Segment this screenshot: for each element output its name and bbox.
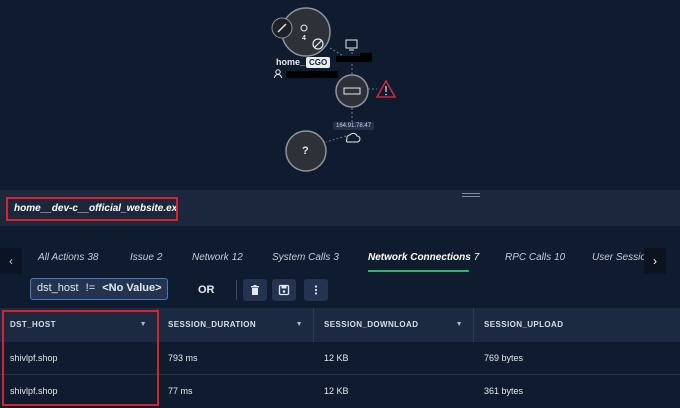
tab-user-sessions[interactable]: User Sessio (592, 252, 644, 272)
redacted-host (360, 53, 372, 57)
ip-address-label: 164.91.78.47 (333, 122, 375, 130)
column-header-session-download[interactable]: SESSION_DOWNLOAD ▼ (314, 308, 474, 342)
tab-network[interactable]: Network 12 (192, 252, 243, 272)
filter-chip[interactable]: dst_host != <No Value> (30, 278, 168, 300)
user-icon (275, 69, 281, 75)
redacted-username (286, 71, 338, 78)
cell-session-upload: 361 bytes (484, 386, 524, 396)
filter-dropdown-icon[interactable]: ▼ (456, 321, 463, 328)
active-tab-indicator (368, 270, 470, 272)
tab-scroll-left-button[interactable]: ‹ (0, 248, 22, 274)
or-label: OR (198, 284, 215, 296)
edge-cloud-unknown (325, 135, 347, 143)
cloud-icon (346, 132, 361, 143)
cell-session-download: 12 KB (324, 386, 349, 396)
save-filter-button[interactable] (272, 279, 296, 301)
chevron-right-icon: › (653, 254, 657, 268)
process-graph: 4 home_ CGO 164.91.78.47 ? (0, 0, 680, 190)
more-vertical-icon (314, 285, 318, 295)
highlight-box (2, 310, 159, 406)
unknown-node-label: ? (302, 145, 309, 157)
tab-scroll-right-button[interactable]: › (644, 248, 666, 274)
column-header-session-duration[interactable]: SESSION_DURATION ▼ (158, 308, 314, 342)
tab-all-actions[interactable]: All Actions 38 (38, 252, 98, 272)
process-node-label: home_ (276, 57, 306, 67)
tab-network-connections[interactable]: Network Connections 7 (368, 252, 479, 272)
process-node-count: 4 (302, 35, 306, 42)
tab-issue[interactable]: Issue 2 (130, 252, 162, 272)
tab-rpc-calls[interactable]: RPC Calls 10 (505, 252, 565, 272)
tab-system-calls[interactable]: System Calls 3 (272, 252, 339, 272)
process-node-badge: CGO (306, 57, 331, 68)
graph-canvas (271, 7, 397, 172)
filter-operator: != (85, 282, 96, 294)
resize-handle[interactable] (462, 193, 480, 197)
filter-value: <No Value> (102, 282, 162, 294)
save-icon (278, 284, 290, 296)
router-node[interactable] (335, 74, 369, 108)
filter-field: dst_host (37, 282, 79, 294)
monitor-icon (345, 39, 358, 49)
delete-filter-button[interactable] (243, 279, 267, 301)
column-header-session-upload[interactable]: SESSION_UPLOAD (474, 308, 680, 342)
filter-dropdown-icon[interactable]: ▼ (296, 321, 303, 328)
toolbar-separator (236, 280, 237, 300)
chevron-left-icon: ‹ (9, 254, 13, 268)
process-path: home__dev-c__official_website.exe (6, 197, 178, 221)
cell-session-duration: 793 ms (168, 353, 198, 363)
cell-session-duration: 77 ms (168, 386, 193, 396)
tab-bar: All Actions 38 Issue 2 Network 12 System Ca… (0, 246, 680, 276)
cell-session-download: 12 KB (324, 353, 349, 363)
more-options-button[interactable] (304, 279, 328, 301)
cell-session-upload: 769 bytes (484, 353, 524, 363)
trash-icon (251, 285, 259, 295)
